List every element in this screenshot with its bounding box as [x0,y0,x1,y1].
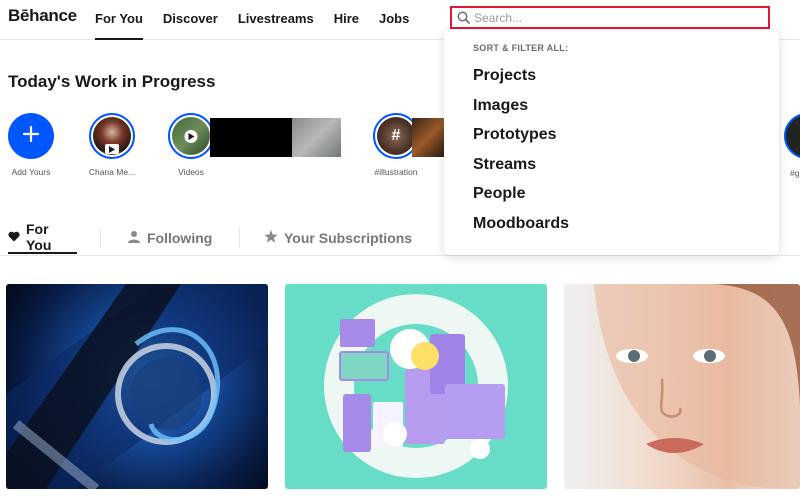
main-nav: For You Discover Livestreams Hire Jobs [95,0,429,40]
story-label: #illustration [374,167,418,177]
tab-label: For You [26,221,52,253]
nav-for-you[interactable]: For You [95,0,143,40]
nav-livestreams[interactable]: Livestreams [238,0,314,40]
nav-jobs[interactable]: Jobs [379,0,409,40]
filter-option-people[interactable]: People [473,184,569,214]
search-icon [452,8,474,28]
illustration-preview[interactable] [412,118,444,157]
story-label: Add Yours [11,167,51,177]
play-icon [105,144,119,154]
plus-icon [22,125,40,148]
filter-option-images[interactable]: Images [473,96,569,126]
filter-option-prototypes[interactable]: Prototypes [473,125,569,155]
story-add-yours[interactable]: Add Yours [1,113,61,177]
tab-label: Following [147,230,213,246]
search-filter-dropdown: SORT & FILTER ALL: Projects Images Proto… [444,30,779,255]
tab-divider [100,228,101,248]
wip-section-title: Today's Work in Progress [8,72,216,91]
tab-divider [239,228,240,248]
avatar[interactable] [89,113,135,159]
filter-option-moodboards[interactable]: Moodboards [473,214,569,244]
behance-logo[interactable]: Bēhance [8,6,77,26]
hashtag-icon: # [391,127,401,144]
nav-discover[interactable]: Discover [163,0,218,40]
project-card[interactable] [6,284,268,489]
story-partial[interactable] [784,113,800,159]
project-card[interactable] [564,284,800,489]
video-preview-strip[interactable] [210,118,341,157]
avatar[interactable] [168,113,214,159]
search-bar[interactable] [450,6,770,29]
tab-following[interactable]: Following [127,222,212,254]
add-story-button[interactable] [8,113,54,159]
play-icon [184,130,198,143]
filter-option-streams[interactable]: Streams [473,155,569,185]
project-thumbnail [594,284,800,489]
video-thumbnail [292,118,341,157]
tab-for-you[interactable]: For You [8,221,77,254]
story-label: Videos [178,167,204,177]
project-thumbnail [6,284,268,489]
person-icon [127,230,141,246]
story-chana[interactable]: Chana Me... [82,113,142,177]
star-icon [264,230,278,246]
story-label: #g [790,168,800,178]
project-thumbnail [324,294,508,478]
nav-hire[interactable]: Hire [334,0,359,40]
dropdown-heading: SORT & FILTER ALL: [473,43,569,53]
tab-your-subscriptions[interactable]: Your Subscriptions [264,222,412,254]
heart-icon [8,229,20,245]
filter-option-projects[interactable]: Projects [473,66,569,96]
search-input[interactable] [474,8,754,27]
project-card[interactable] [285,284,547,489]
filter-options-list: Projects Images Prototypes Streams Peopl… [473,66,569,244]
card-footer-strip [0,494,800,500]
tab-label: Your Subscriptions [284,230,413,246]
story-label: Chana Me... [88,167,136,177]
